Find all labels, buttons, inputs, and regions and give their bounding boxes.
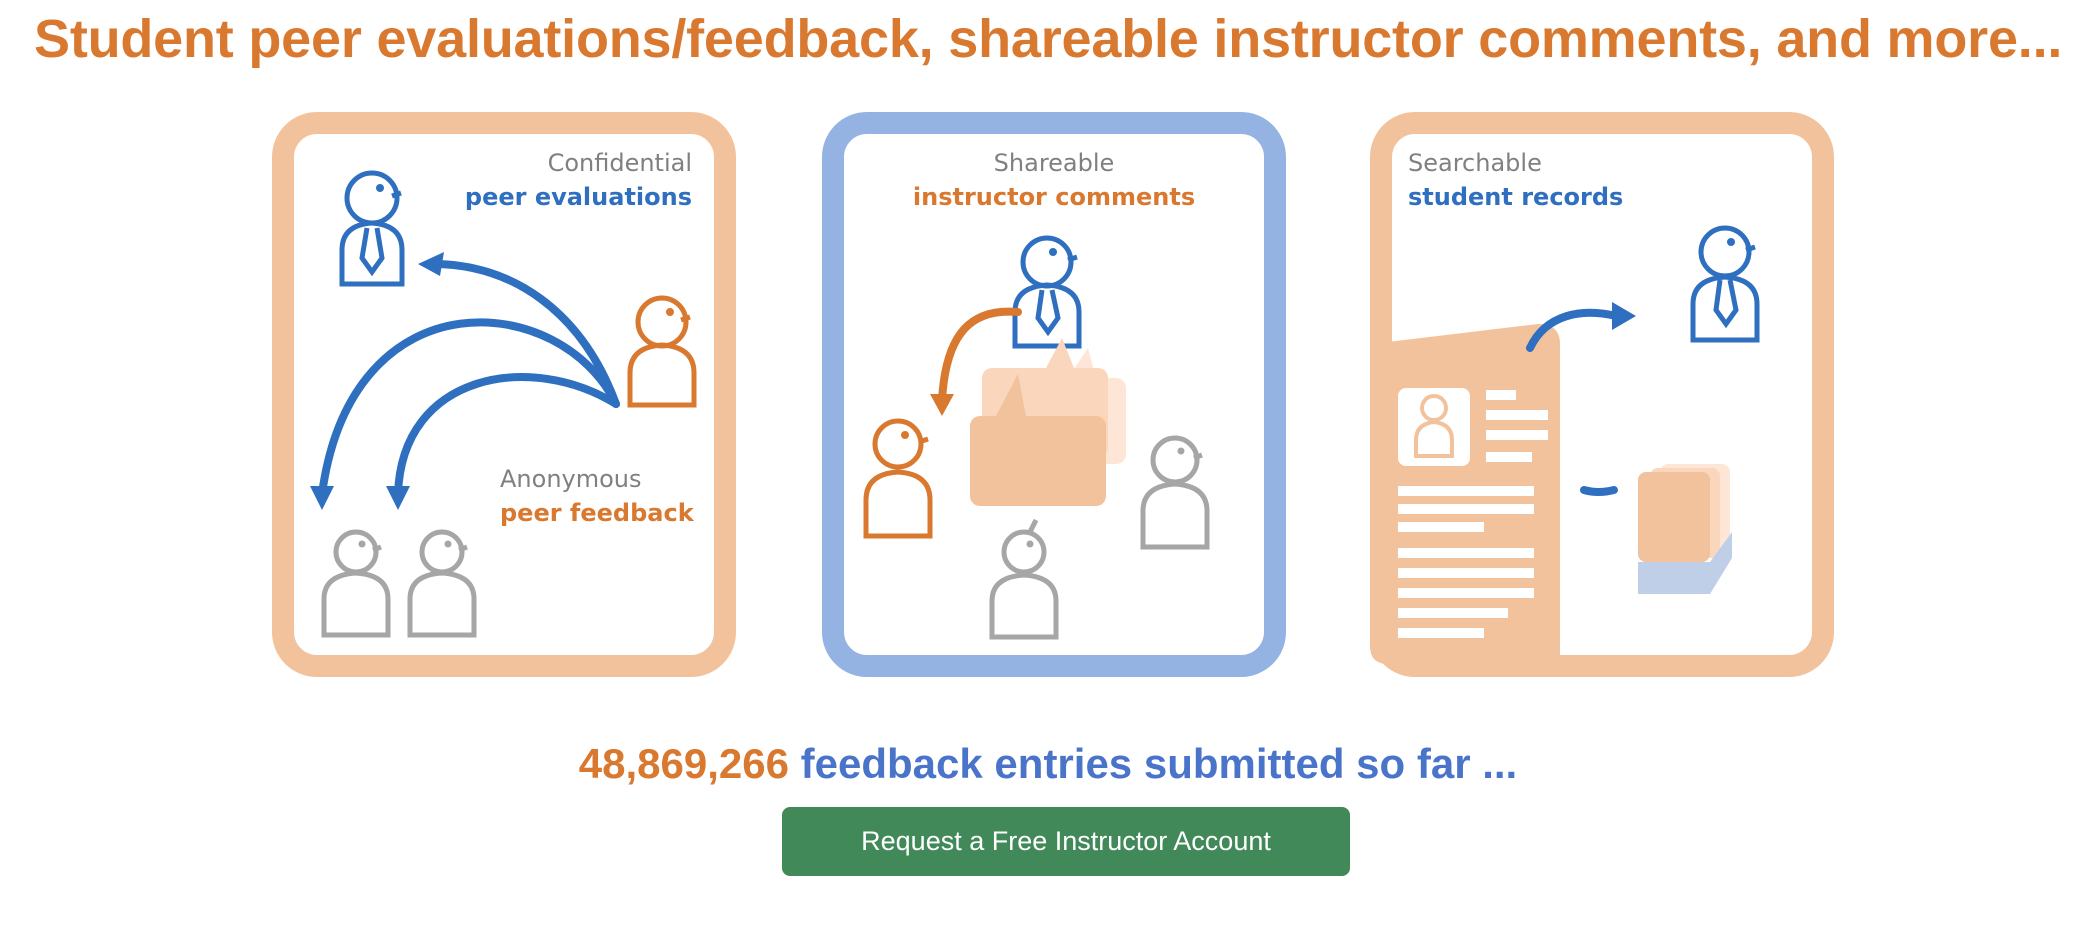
student-icon — [863, 418, 933, 539]
feedback-count-label: feedback entries submitted so far ... — [800, 740, 1518, 787]
page-headline: Student peer evaluations/feedback, share… — [34, 9, 2063, 69]
panel-instructor-comments: Shareable instructor comments — [822, 112, 1286, 677]
anonymous-peer-icons — [321, 529, 477, 638]
reviewer-icon — [627, 295, 697, 408]
panel-student-records: Searchable student records — [1370, 112, 1834, 677]
comment-bubbles-icon — [970, 338, 1126, 506]
caption-instructor-comments: Shareable instructor comments — [912, 149, 1196, 211]
feedback-count: 48,869,266 — [578, 740, 789, 787]
evaluation-arrows — [318, 259, 620, 498]
caption-peer-evaluations: Confidential peer evaluations — [464, 149, 692, 211]
panel-peer-evaluations: Confidential peer evaluations Anonymous … — [272, 112, 736, 677]
student-record-document-icon — [1370, 324, 1560, 664]
caption-student-records: Searchable student records — [1408, 149, 1624, 211]
feedback-counter: 48,869,266 feedback entries submitted so… — [0, 740, 2096, 788]
instructor-icon — [1012, 235, 1082, 349]
request-instructor-account-button[interactable]: Request a Free Instructor Account — [782, 807, 1350, 876]
file-box-icon — [1638, 464, 1732, 594]
caption-peer-feedback: Anonymous peer feedback — [500, 465, 694, 527]
user-icon — [339, 170, 405, 287]
user-icon — [1690, 225, 1760, 343]
